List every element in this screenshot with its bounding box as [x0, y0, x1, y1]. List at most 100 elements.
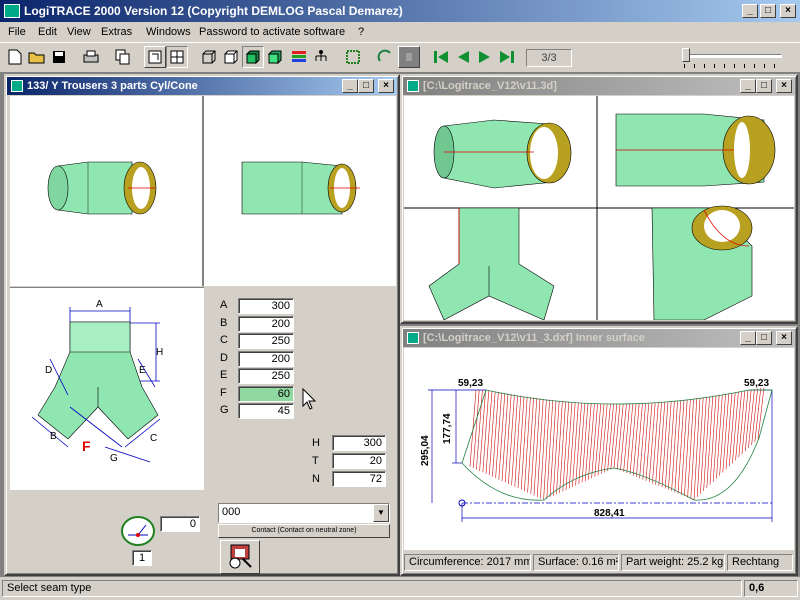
previous-page-icon[interactable] — [452, 46, 474, 68]
dxf-minimize-button[interactable]: _ — [740, 331, 756, 345]
contact-combobox[interactable]: 000 ▼ — [218, 503, 390, 523]
view3d-close-button[interactable]: × — [776, 79, 792, 93]
menu-file[interactable]: File — [8, 24, 26, 40]
parameter-window-title: 133/ Y Trousers 3 parts Cyl/Cone — [27, 80, 198, 92]
app-minimize-button[interactable]: _ — [742, 4, 758, 18]
next-page-icon[interactable] — [474, 46, 496, 68]
page-counter: 3/3 — [526, 49, 572, 67]
app-title-bar: LogiTRACE 2000 Version 12 (Copyright DEM… — [0, 0, 800, 22]
wireframe-box-icon[interactable] — [198, 46, 220, 68]
combobox-dropdown-icon[interactable]: ▼ — [373, 504, 389, 522]
zoom-slider-thumb[interactable] — [682, 48, 690, 62]
param-maximize-button[interactable]: □ — [358, 79, 374, 93]
menu-extras[interactable]: Extras — [101, 24, 132, 40]
param-close-button[interactable]: × — [378, 79, 394, 93]
calculate-button[interactable] — [220, 540, 260, 574]
param-input-f[interactable]: 60 — [238, 385, 294, 402]
tree-structure-icon[interactable] — [310, 46, 332, 68]
surface-status: Surface: 0.16 m² — [533, 554, 619, 571]
mouse-cursor-icon — [302, 388, 316, 410]
circumference-status: Circumference: 2017 mm — [404, 554, 531, 571]
y-trousers-preview — [47, 96, 360, 286]
param-input-t[interactable]: 20 — [332, 453, 386, 469]
zoom-slider[interactable] — [680, 48, 784, 68]
dim-label-f: F — [82, 438, 91, 454]
view3d-maximize-button[interactable]: □ — [756, 79, 772, 93]
menu-edit[interactable]: Edit — [38, 24, 57, 40]
param-label-d: D — [220, 351, 228, 364]
param-input-e[interactable]: 250 — [238, 368, 294, 384]
dim-top-right: 59,23 — [744, 378, 769, 389]
app-logo-icon — [4, 4, 20, 18]
first-page-icon[interactable] — [430, 46, 452, 68]
param-label-e: E — [220, 369, 228, 381]
dxf-maximize-button[interactable]: □ — [756, 331, 772, 345]
color-stripes-icon[interactable] — [288, 46, 310, 68]
shaded-color-box-icon[interactable] — [264, 46, 286, 68]
dim-label-c: C — [150, 433, 157, 444]
menu-password[interactable]: Password to activate software — [199, 24, 345, 40]
view3d-minimize-button[interactable]: _ — [740, 79, 756, 93]
dxf-close-button[interactable]: × — [776, 331, 792, 345]
hidden-line-box-icon[interactable] — [220, 46, 242, 68]
dim-width: 828,41 — [594, 508, 625, 519]
param-minimize-button[interactable]: _ — [342, 79, 358, 93]
param-label-g: G — [220, 404, 229, 416]
dim-label-b: B — [50, 431, 57, 442]
calculate-icon — [229, 544, 252, 569]
menu-view[interactable]: View — [67, 24, 91, 40]
dxf-titlebar: [C:\Logitrace_V12\v11_3.dxf] Inner surfa… — [403, 329, 795, 347]
menu-help[interactable]: ? — [358, 24, 364, 40]
weight-status: Part weight: 25.2 kg — [621, 554, 725, 571]
flat-pattern-view[interactable]: 59,23 59,23 177,74 295,04 828,41 — [404, 348, 794, 550]
print-icon[interactable] — [80, 46, 102, 68]
preview-3d-view[interactable] — [10, 96, 396, 286]
view3d-window-title: [C:\Logitrace_V12\v11.3d] — [423, 80, 557, 92]
menu-windows[interactable]: Windows — [146, 24, 191, 40]
layout-quad-icon[interactable] — [166, 46, 188, 68]
param-input-d[interactable]: 200 — [238, 350, 294, 367]
param-label-h: H — [312, 437, 320, 449]
param-input-g[interactable]: 45 — [238, 403, 294, 419]
param-input-a[interactable]: 300 — [238, 298, 294, 314]
copy-icon[interactable] — [112, 46, 134, 68]
seam-index-input[interactable]: 1 — [132, 550, 152, 566]
param-label-b: B — [220, 316, 228, 329]
last-page-icon[interactable] — [496, 46, 518, 68]
param-label-c: C — [220, 334, 228, 346]
param-input-b[interactable]: 200 — [238, 315, 294, 332]
window-icon — [407, 80, 419, 92]
dim-h2: 295,04 — [420, 435, 431, 466]
status-value: 0,6 — [744, 580, 798, 597]
open-folder-icon[interactable] — [26, 46, 48, 68]
dim-label-d: D — [45, 365, 52, 376]
dim-label-a: A — [96, 299, 103, 310]
seam-type-icon[interactable] — [120, 513, 160, 549]
rotate-view-icon[interactable] — [374, 46, 396, 68]
status-message: Select seam type — [2, 580, 742, 597]
param-input-c[interactable]: 250 — [238, 333, 294, 349]
contact-button[interactable]: Contact (Contact on neutral zone) — [218, 524, 390, 538]
layout-single-icon[interactable] — [144, 46, 166, 68]
dimension-diagram: A H D E B C G F — [10, 286, 204, 490]
param-input-h[interactable]: 300 — [332, 435, 386, 451]
contact-combobox-value: 000 — [222, 506, 241, 518]
window-icon — [407, 332, 419, 344]
select-frame-icon[interactable] — [342, 46, 364, 68]
view3d-titlebar: [C:\Logitrace_V12\v11.3d] — [403, 77, 795, 95]
app-close-button[interactable]: × — [780, 4, 796, 18]
save-disk-icon[interactable] — [48, 46, 70, 68]
angle-input[interactable]: 0 — [160, 516, 200, 532]
param-label-t: T — [312, 455, 319, 467]
dim-label-e: E — [139, 365, 146, 376]
param-input-n[interactable]: 72 — [332, 471, 386, 487]
app-maximize-button[interactable]: □ — [760, 4, 776, 18]
new-file-icon[interactable] — [4, 46, 26, 68]
dim-h1: 177,74 — [442, 413, 453, 444]
dim-top-left: 59,23 — [458, 378, 483, 389]
view3d-quad-view[interactable] — [404, 96, 794, 321]
disabled-tool-icon[interactable] — [398, 46, 420, 68]
dim-label-g: G — [110, 453, 118, 464]
shaded-box-icon[interactable] — [242, 46, 264, 68]
shape-status: Rechtang — [727, 554, 793, 571]
